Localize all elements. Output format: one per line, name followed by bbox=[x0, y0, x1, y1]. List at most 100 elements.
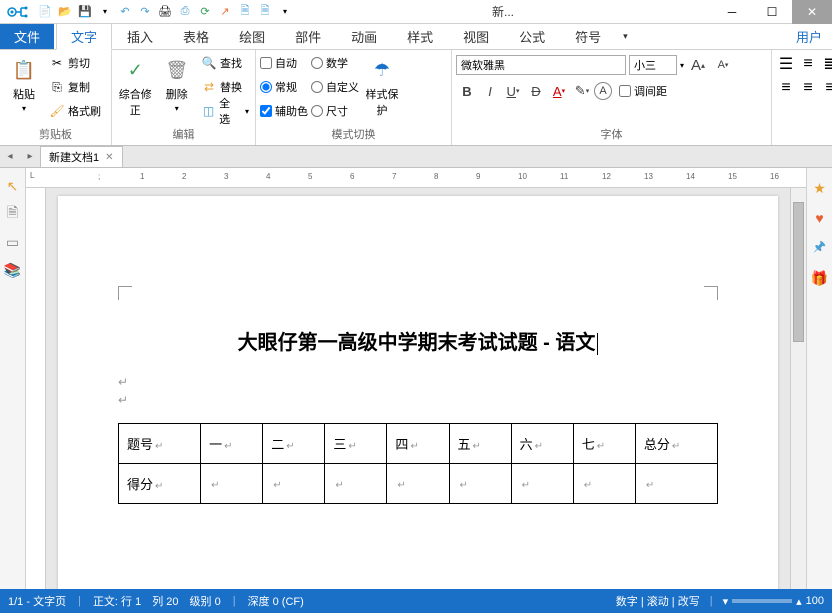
spacing-checkbox[interactable]: 调间距 bbox=[619, 80, 667, 102]
qat-print2-icon[interactable]: ⎙ bbox=[176, 3, 194, 21]
qat-new-icon[interactable]: 📄 bbox=[36, 3, 54, 21]
qat-more-icon[interactable]: ▾ bbox=[276, 3, 294, 21]
pointer-tool-icon[interactable]: ↖ bbox=[3, 176, 23, 196]
zoom-value[interactable]: 100 bbox=[806, 595, 824, 607]
format-painter-button[interactable]: 🖌格式刷 bbox=[47, 100, 103, 122]
tab-parts[interactable]: 部件 bbox=[280, 23, 336, 50]
font-size-select[interactable] bbox=[629, 55, 677, 75]
tab-draw[interactable]: 绘图 bbox=[224, 23, 280, 50]
cut-button[interactable]: ✂剪切 bbox=[47, 52, 103, 74]
tab-insert[interactable]: 插入 bbox=[112, 23, 168, 50]
clip-tool-icon[interactable]: 🖈 bbox=[810, 238, 830, 258]
table-cell[interactable]: ↵ bbox=[325, 464, 387, 504]
delete-button[interactable]: 🗑 删除 ▾ bbox=[158, 52, 197, 113]
table-cell[interactable]: ↵ bbox=[263, 464, 325, 504]
tab-table[interactable]: 表格 bbox=[168, 23, 224, 50]
doctab-next-icon[interactable]: ▸ bbox=[20, 147, 40, 167]
custom-radio[interactable]: 自定义 bbox=[311, 76, 359, 98]
document-title[interactable]: 大眼仔第一高级中学期末考试试题 - 语文 bbox=[118, 326, 718, 355]
integrate-button[interactable]: ✓ 综合修正 bbox=[116, 52, 155, 118]
page-viewport[interactable]: 大眼仔第一高级中学期末考试试题 - 语文 ↵ ↵ 题号↵ 一↵ 二↵ 三↵ 四↵… bbox=[46, 188, 790, 592]
table-cell[interactable]: ↵ bbox=[635, 464, 717, 504]
dimension-radio[interactable]: 尺寸 bbox=[311, 100, 359, 122]
tab-animation[interactable]: 动画 bbox=[336, 23, 392, 50]
gift-tool-icon[interactable]: 🎁 bbox=[810, 268, 830, 288]
table-cell[interactable]: 一↵ bbox=[201, 424, 263, 464]
aux-color-checkbox[interactable]: 辅助色 bbox=[260, 100, 308, 122]
table-row[interactable]: 题号↵ 一↵ 二↵ 三↵ 四↵ 五↵ 六↵ 七↵ 总分↵ bbox=[119, 424, 718, 464]
align-center-button[interactable]: ≡ bbox=[798, 78, 818, 98]
qat-doc2-icon[interactable]: 🗎 bbox=[256, 3, 274, 21]
find-button[interactable]: 🔍查找 bbox=[199, 52, 251, 74]
table-cell[interactable]: ↵ bbox=[201, 464, 263, 504]
bold-button[interactable]: B bbox=[456, 80, 478, 102]
table-cell[interactable]: 得分↵ bbox=[119, 464, 201, 504]
highlight-button[interactable]: ✎▾ bbox=[571, 80, 593, 102]
italic-button[interactable]: I bbox=[479, 80, 501, 102]
math-radio[interactable]: 数学 bbox=[311, 52, 359, 74]
file-menu-button[interactable]: 文件 bbox=[0, 24, 54, 49]
qat-doc1-icon[interactable]: 🗎 bbox=[236, 3, 254, 21]
tab-view[interactable]: 视图 bbox=[448, 23, 504, 50]
font-name-select[interactable] bbox=[456, 55, 626, 75]
qat-save-icon[interactable]: 💾 bbox=[76, 3, 94, 21]
list-number-button[interactable]: ≡ bbox=[798, 54, 818, 74]
underline-button[interactable]: U▾ bbox=[502, 80, 524, 102]
list-button[interactable]: ≣ bbox=[820, 54, 832, 74]
qat-dropdown-icon[interactable]: ▾ bbox=[96, 3, 114, 21]
zoom-in-icon[interactable]: ▴ bbox=[796, 595, 802, 608]
table-cell[interactable]: 题号↵ bbox=[119, 424, 201, 464]
horizontal-ruler[interactable]: L ;12345678910111213141516 bbox=[26, 168, 806, 188]
qat-export-icon[interactable]: ↗ bbox=[216, 3, 234, 21]
close-button[interactable]: ✕ bbox=[792, 0, 832, 24]
star-tool-icon[interactable]: ★ bbox=[810, 178, 830, 198]
table-row[interactable]: 得分↵ ↵ ↵ ↵ ↵ ↵ ↵ ↵ ↵ bbox=[119, 464, 718, 504]
tab-symbol[interactable]: 符号 bbox=[560, 23, 616, 50]
exam-table[interactable]: 题号↵ 一↵ 二↵ 三↵ 四↵ 五↵ 六↵ 七↵ 总分↵ 得分↵ ↵ ↵ bbox=[118, 423, 718, 504]
tab-formula[interactable]: 公式 bbox=[504, 23, 560, 50]
table-cell[interactable]: 三↵ bbox=[325, 424, 387, 464]
paste-button[interactable]: 📋 粘贴 ▾ bbox=[4, 52, 44, 113]
table-cell[interactable]: ↵ bbox=[511, 464, 573, 504]
zoom-out-icon[interactable]: ▾ bbox=[723, 595, 729, 608]
list-bullet-button[interactable]: ☰ bbox=[776, 54, 796, 74]
qat-refresh-icon[interactable]: ⟳ bbox=[196, 3, 214, 21]
minimize-button[interactable]: ─ bbox=[712, 0, 752, 24]
normal-radio[interactable]: 常规 bbox=[260, 76, 308, 98]
tab-text[interactable]: 文字 bbox=[56, 23, 112, 50]
document-tab[interactable]: 新建文档1 ✕ bbox=[40, 146, 123, 167]
table-cell[interactable]: ↵ bbox=[573, 464, 635, 504]
scrollbar-thumb[interactable] bbox=[793, 202, 804, 342]
books-tool-icon[interactable]: 📚 bbox=[3, 260, 23, 280]
align-right-button[interactable]: ≡ bbox=[820, 78, 832, 98]
table-cell[interactable]: 总分↵ bbox=[635, 424, 717, 464]
doctab-prev-icon[interactable]: ◂ bbox=[0, 147, 20, 167]
table-cell[interactable]: ↵ bbox=[387, 464, 449, 504]
table-cell[interactable]: 七↵ bbox=[573, 424, 635, 464]
vertical-scrollbar[interactable] bbox=[790, 188, 806, 592]
strike-button[interactable]: D bbox=[525, 80, 547, 102]
frame-tool-icon[interactable]: ▭ bbox=[3, 232, 23, 252]
table-cell[interactable]: 五↵ bbox=[449, 424, 511, 464]
user-menu[interactable]: 用户 bbox=[796, 27, 822, 46]
status-page[interactable]: 1/1 - 文字页 bbox=[8, 593, 66, 609]
decrease-font-button[interactable]: A▾ bbox=[712, 54, 734, 76]
heart-tool-icon[interactable]: ♥ bbox=[810, 208, 830, 228]
tab-style[interactable]: 样式 bbox=[392, 23, 448, 50]
select-all-button[interactable]: ◫全选▾ bbox=[199, 100, 251, 122]
table-cell[interactable]: ↵ bbox=[449, 464, 511, 504]
increase-font-button[interactable]: A▴ bbox=[687, 54, 709, 76]
table-cell[interactable]: 二↵ bbox=[263, 424, 325, 464]
document-tab-close-icon[interactable]: ✕ bbox=[105, 152, 113, 163]
page-tool-icon[interactable]: 🗎 bbox=[3, 204, 23, 224]
maximize-button[interactable]: ☐ bbox=[752, 0, 792, 24]
qat-print-icon[interactable]: 🖨 bbox=[156, 3, 174, 21]
auto-checkbox[interactable]: 自动 bbox=[260, 52, 308, 74]
style-protect-button[interactable]: ☂ 样式保护 bbox=[362, 52, 402, 118]
copy-button[interactable]: ⎘复制 bbox=[47, 76, 103, 98]
qat-undo-icon[interactable]: ↶ bbox=[116, 3, 134, 21]
zoom-control[interactable]: ▾ ▴ 100 bbox=[723, 595, 824, 608]
qat-open-icon[interactable]: 📂 bbox=[56, 3, 74, 21]
font-color-button[interactable]: A▾ bbox=[548, 80, 570, 102]
qat-redo-icon[interactable]: ↷ bbox=[136, 3, 154, 21]
